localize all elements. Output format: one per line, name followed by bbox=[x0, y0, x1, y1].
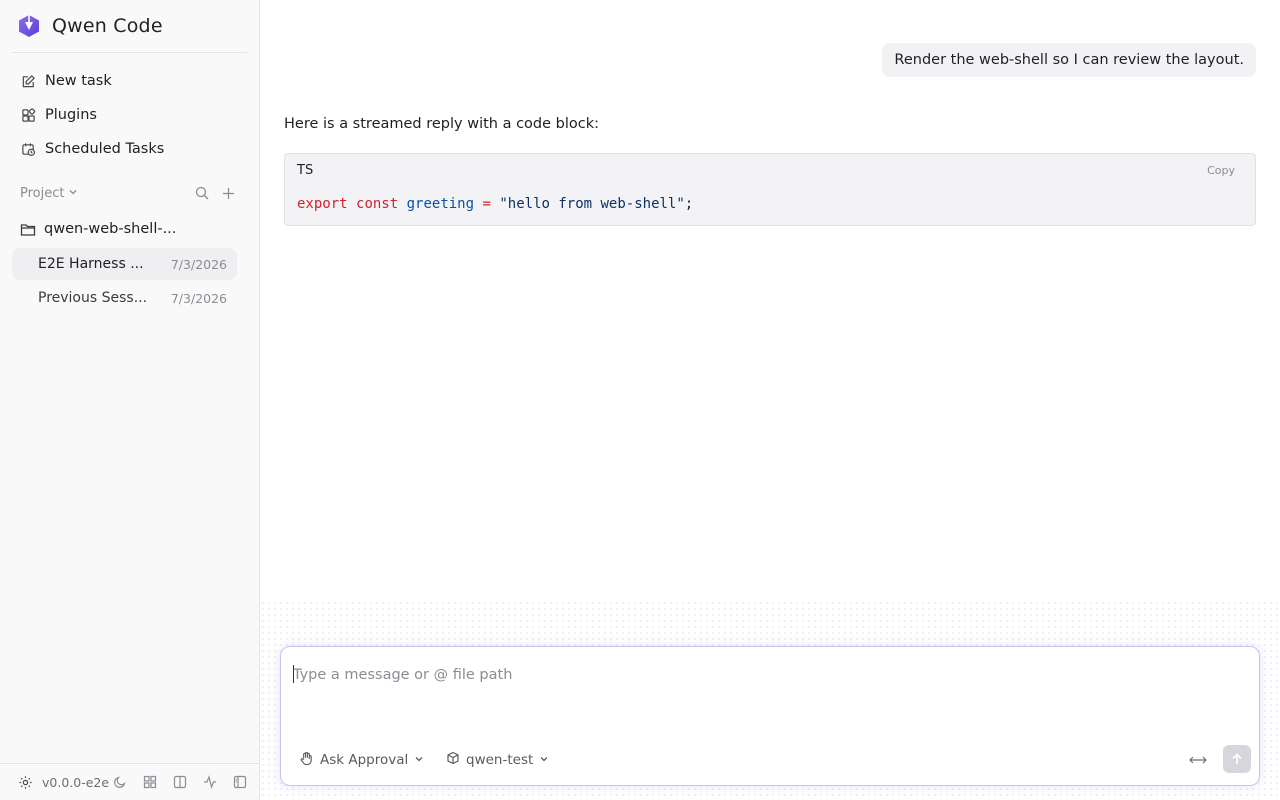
user-message: Render the web-shell so I can review the… bbox=[882, 43, 1256, 77]
code-string: "hello from web-shell" bbox=[499, 196, 685, 212]
activity-icon[interactable] bbox=[201, 773, 219, 791]
session-name: E2E Harness ... bbox=[38, 256, 144, 272]
version-label: v0.0.0-e2e bbox=[42, 774, 110, 790]
folder-icon bbox=[20, 222, 36, 237]
approval-mode-dropdown[interactable]: Ask Approval bbox=[299, 749, 424, 771]
split-panel-icon[interactable] bbox=[171, 773, 189, 791]
hand-icon bbox=[299, 751, 314, 770]
send-button[interactable] bbox=[1223, 745, 1251, 773]
message-input[interactable] bbox=[293, 663, 1193, 687]
text-caret bbox=[293, 665, 294, 683]
copy-button[interactable]: Copy bbox=[1207, 164, 1235, 177]
search-icon[interactable] bbox=[194, 185, 210, 201]
chevron-down-icon bbox=[539, 752, 549, 768]
chevron-down-icon bbox=[68, 186, 78, 201]
code-block: TS Copy export const greeting = "hello f… bbox=[284, 153, 1256, 226]
cube-icon bbox=[446, 751, 460, 769]
expand-icon[interactable] bbox=[1187, 749, 1209, 771]
nav-label: New task bbox=[45, 73, 112, 89]
sidebar: Qwen Code New task Plugins Scheduled Tas… bbox=[0, 0, 260, 800]
composer: Ask Approval qwen-test bbox=[280, 646, 1260, 786]
nav-label: Scheduled Tasks bbox=[45, 141, 165, 157]
sidebar-footer: v0.0.0-e2e bbox=[0, 763, 259, 800]
sidebar-toggle-icon[interactable] bbox=[231, 773, 249, 791]
session-date: 7/3/2026 bbox=[170, 256, 227, 272]
project-label: Project bbox=[20, 185, 65, 201]
nav-new-task[interactable]: New task bbox=[12, 66, 237, 96]
assistant-message-text: Here is a streamed reply with a code blo… bbox=[284, 116, 600, 132]
grid-icon[interactable] bbox=[141, 773, 159, 791]
qwen-logo-icon bbox=[16, 13, 42, 39]
divider bbox=[12, 52, 247, 53]
session-item[interactable]: E2E Harness ... 7/3/2026 bbox=[12, 248, 237, 280]
plus-icon[interactable] bbox=[220, 185, 236, 201]
chat-area: Render the web-shell so I can review the… bbox=[260, 0, 1280, 800]
project-header: Project bbox=[20, 183, 236, 203]
plugins-icon bbox=[20, 107, 36, 123]
moon-icon[interactable] bbox=[111, 773, 129, 791]
code-operator: = bbox=[482, 196, 491, 212]
edit-icon bbox=[20, 73, 36, 89]
project-actions bbox=[194, 185, 236, 201]
nav-scheduled-tasks[interactable]: Scheduled Tasks bbox=[12, 134, 237, 164]
project-folder[interactable]: qwen-web-shell-... bbox=[12, 214, 237, 244]
model-label: qwen-test bbox=[466, 752, 534, 768]
approval-mode-label: Ask Approval bbox=[320, 752, 409, 768]
model-dropdown[interactable]: qwen-test bbox=[446, 749, 549, 771]
nav-plugins[interactable]: Plugins bbox=[12, 100, 237, 130]
session-date: 7/3/2026 bbox=[170, 290, 227, 306]
chevron-down-icon bbox=[414, 752, 424, 768]
code-language-label: TS bbox=[297, 163, 314, 178]
brand[interactable]: Qwen Code bbox=[16, 12, 163, 40]
code-keyword: const bbox=[356, 196, 399, 212]
gear-icon[interactable] bbox=[16, 773, 34, 791]
calendar-clock-icon bbox=[20, 141, 36, 157]
nav-label: Plugins bbox=[45, 107, 97, 123]
code-line: export const greeting = "hello from web-… bbox=[297, 196, 693, 212]
code-punctuation: ; bbox=[684, 196, 694, 212]
session-item[interactable]: Previous Sess... 7/3/2026 bbox=[12, 282, 237, 314]
code-identifier: greeting bbox=[406, 196, 475, 212]
session-name: Previous Sess... bbox=[38, 290, 148, 306]
user-message-text: Render the web-shell so I can review the… bbox=[894, 52, 1244, 68]
arrow-up-icon bbox=[1231, 750, 1243, 769]
project-dropdown[interactable]: Project bbox=[20, 186, 78, 201]
app-title: Qwen Code bbox=[52, 15, 163, 37]
folder-name: qwen-web-shell-... bbox=[44, 221, 177, 237]
code-keyword: export bbox=[297, 196, 348, 212]
